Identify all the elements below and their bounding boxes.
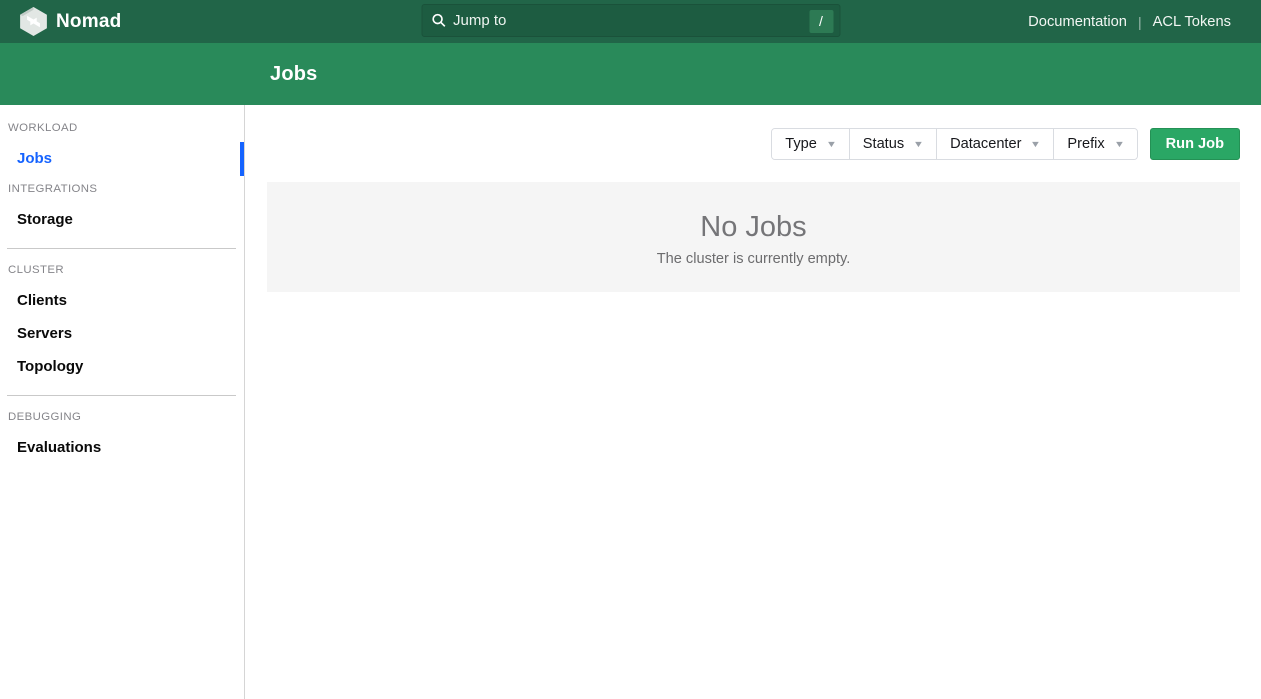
brand[interactable]: Nomad	[20, 7, 121, 36]
filter-label: Status	[863, 136, 904, 152]
chevron-down-icon: ▼	[1114, 140, 1125, 149]
top-navbar: Nomad / Documentation | ACL Tokens	[0, 0, 1261, 43]
page-title: Jobs	[270, 63, 317, 86]
jobs-toolbar: Type ▼ Status ▼ Datacenter ▼ Prefix ▼ Run Job	[267, 128, 1240, 160]
sidebar-item-clients[interactable]: Clients	[0, 292, 244, 310]
search-shortcut-badge: /	[809, 10, 833, 33]
navbar-links: Documentation | ACL Tokens	[1028, 0, 1231, 43]
acl-tokens-link[interactable]: ACL Tokens	[1153, 14, 1231, 30]
sidebar-divider	[7, 248, 236, 249]
page-header: Jobs	[0, 43, 1261, 105]
filter-label: Prefix	[1067, 136, 1104, 152]
sidebar-divider	[7, 395, 236, 396]
jump-to-search[interactable]: /	[421, 4, 840, 37]
documentation-link[interactable]: Documentation	[1028, 14, 1127, 30]
sidebar: WORKLOAD Jobs INTEGRATIONS Storage CLUSTER Cl…	[0, 105, 245, 699]
main-content: Type ▼ Status ▼ Datacenter ▼ Prefix ▼ Run Job N…	[246, 105, 1261, 699]
chevron-down-icon: ▼	[1030, 140, 1041, 149]
empty-state-title: No Jobs	[267, 208, 1240, 246]
sidebar-item-storage[interactable]: Storage	[0, 211, 244, 229]
sidebar-item-jobs[interactable]: Jobs	[0, 150, 244, 168]
filter-dropdown-prefix[interactable]: Prefix ▼	[1054, 129, 1136, 159]
sidebar-item-evaluations[interactable]: Evaluations	[0, 439, 244, 457]
nav-divider: |	[1138, 14, 1142, 30]
filter-dropdown-datacenter[interactable]: Datacenter ▼	[937, 129, 1054, 159]
filter-dropdown-status[interactable]: Status ▼	[850, 129, 937, 159]
chevron-down-icon: ▼	[913, 140, 924, 149]
filter-dropdown-type[interactable]: Type ▼	[772, 129, 850, 159]
sidebar-section-label: WORKLOAD	[0, 121, 244, 135]
filter-label: Type	[785, 136, 817, 152]
sidebar-section-label: CLUSTER	[0, 263, 244, 277]
sidebar-section-label: DEBUGGING	[0, 410, 244, 424]
search-input[interactable]	[453, 5, 839, 36]
search-icon	[431, 13, 446, 28]
run-job-button[interactable]: Run Job	[1150, 128, 1240, 160]
sidebar-item-topology[interactable]: Topology	[0, 358, 244, 376]
empty-state: No Jobs The cluster is currently empty.	[267, 182, 1240, 292]
chevron-down-icon: ▼	[826, 140, 837, 149]
nomad-logo-icon	[20, 7, 47, 36]
sidebar-section-label: INTEGRATIONS	[0, 182, 244, 196]
filter-label: Datacenter	[950, 136, 1021, 152]
sidebar-item-servers[interactable]: Servers	[0, 325, 244, 343]
brand-name: Nomad	[56, 11, 121, 33]
filter-group: Type ▼ Status ▼ Datacenter ▼ Prefix ▼	[771, 128, 1137, 160]
empty-state-message: The cluster is currently empty.	[267, 248, 1240, 270]
